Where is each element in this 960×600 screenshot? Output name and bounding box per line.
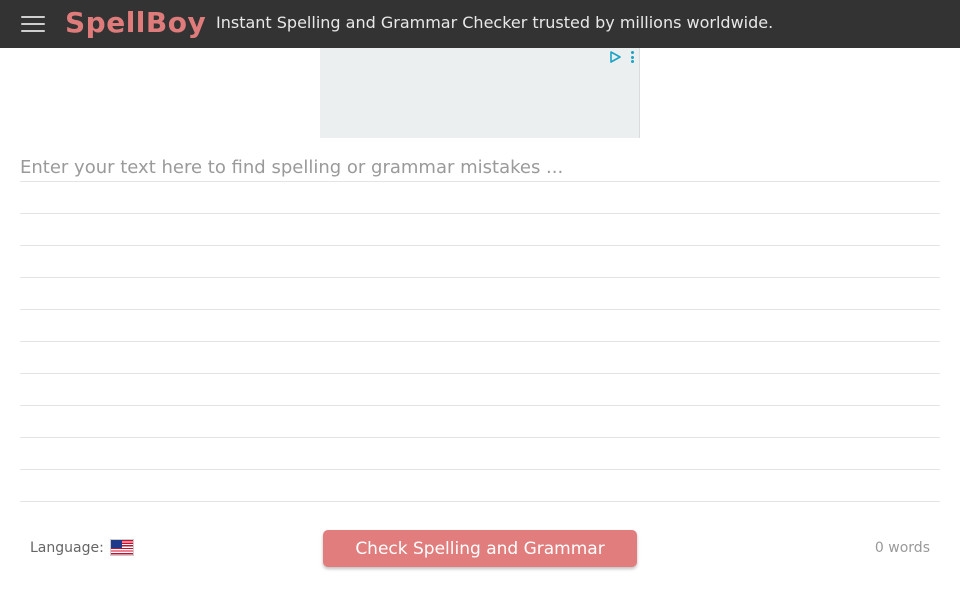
- ad-choices-icon[interactable]: [609, 51, 621, 63]
- text-editor: [20, 150, 940, 502]
- tagline: Instant Spelling and Grammar Checker tru…: [216, 13, 774, 32]
- vertical-dots-icon[interactable]: [630, 51, 634, 63]
- us-flag-icon[interactable]: [109, 539, 134, 556]
- hamburger-menu-icon[interactable]: [21, 14, 45, 34]
- check-spelling-button[interactable]: Check Spelling and Grammar: [323, 530, 637, 567]
- bottom-bar: Language: Check Spelling and Grammar 0 w…: [0, 520, 960, 580]
- top-bar: SpellBoy Instant Spelling and Grammar Ch…: [0, 0, 960, 48]
- word-count: 0 words: [874, 540, 930, 556]
- text-input[interactable]: [20, 150, 940, 502]
- language-label: Language:: [30, 539, 104, 556]
- logo[interactable]: SpellBoy: [65, 4, 206, 42]
- language-selector[interactable]: Language:: [30, 539, 134, 556]
- ad-banner[interactable]: [320, 48, 640, 138]
